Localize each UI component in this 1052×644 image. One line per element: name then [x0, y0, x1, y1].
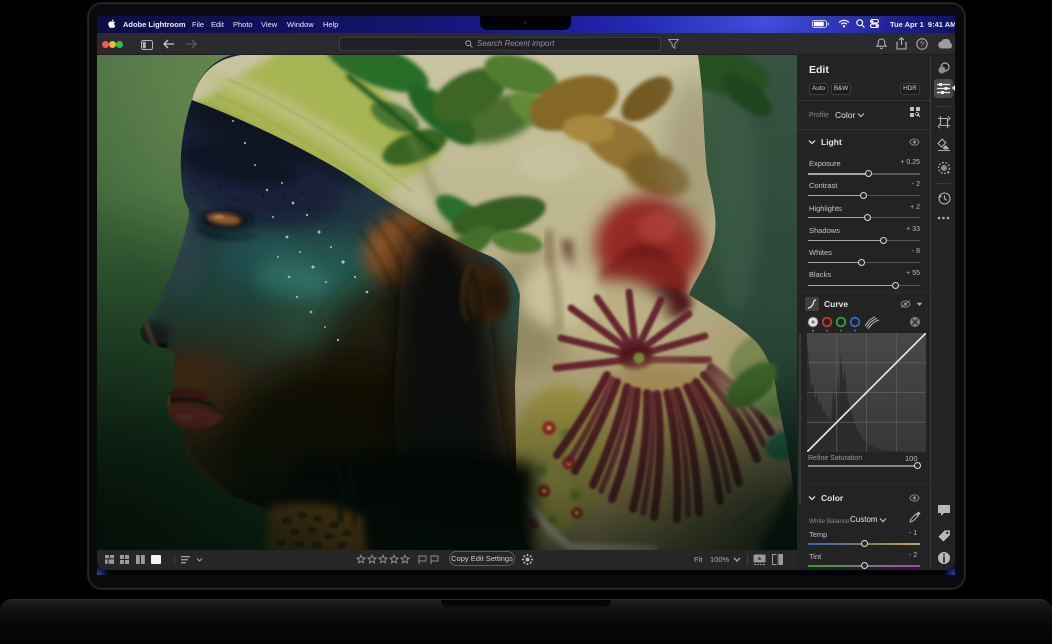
- svg-text:?: ?: [920, 40, 924, 49]
